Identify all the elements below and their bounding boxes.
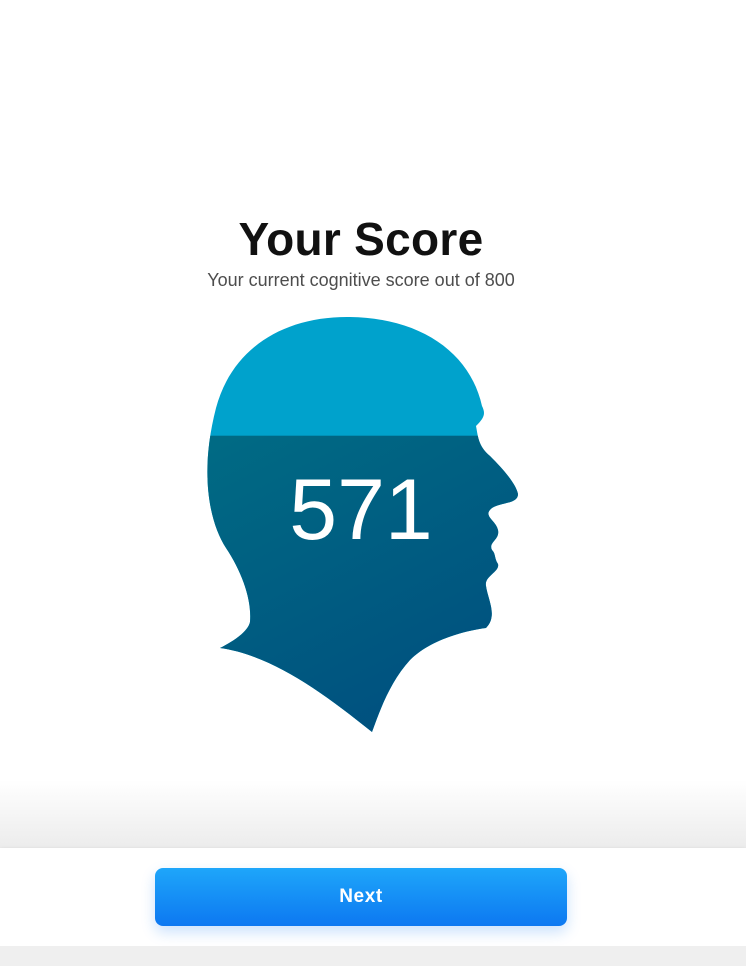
score-screen: Your Score Your current cognitive score …: [0, 0, 746, 966]
score-header: Your Score Your current cognitive score …: [0, 210, 722, 292]
next-button[interactable]: Next: [155, 868, 567, 926]
footer-bar: Next: [0, 848, 746, 946]
page-title: Your Score: [238, 213, 484, 265]
footer-bottom-strip: [0, 946, 746, 966]
bottom-fade: [0, 780, 746, 848]
page-subtitle: Your current cognitive score out of 800: [207, 270, 515, 290]
score-value: 571: [289, 462, 433, 558]
